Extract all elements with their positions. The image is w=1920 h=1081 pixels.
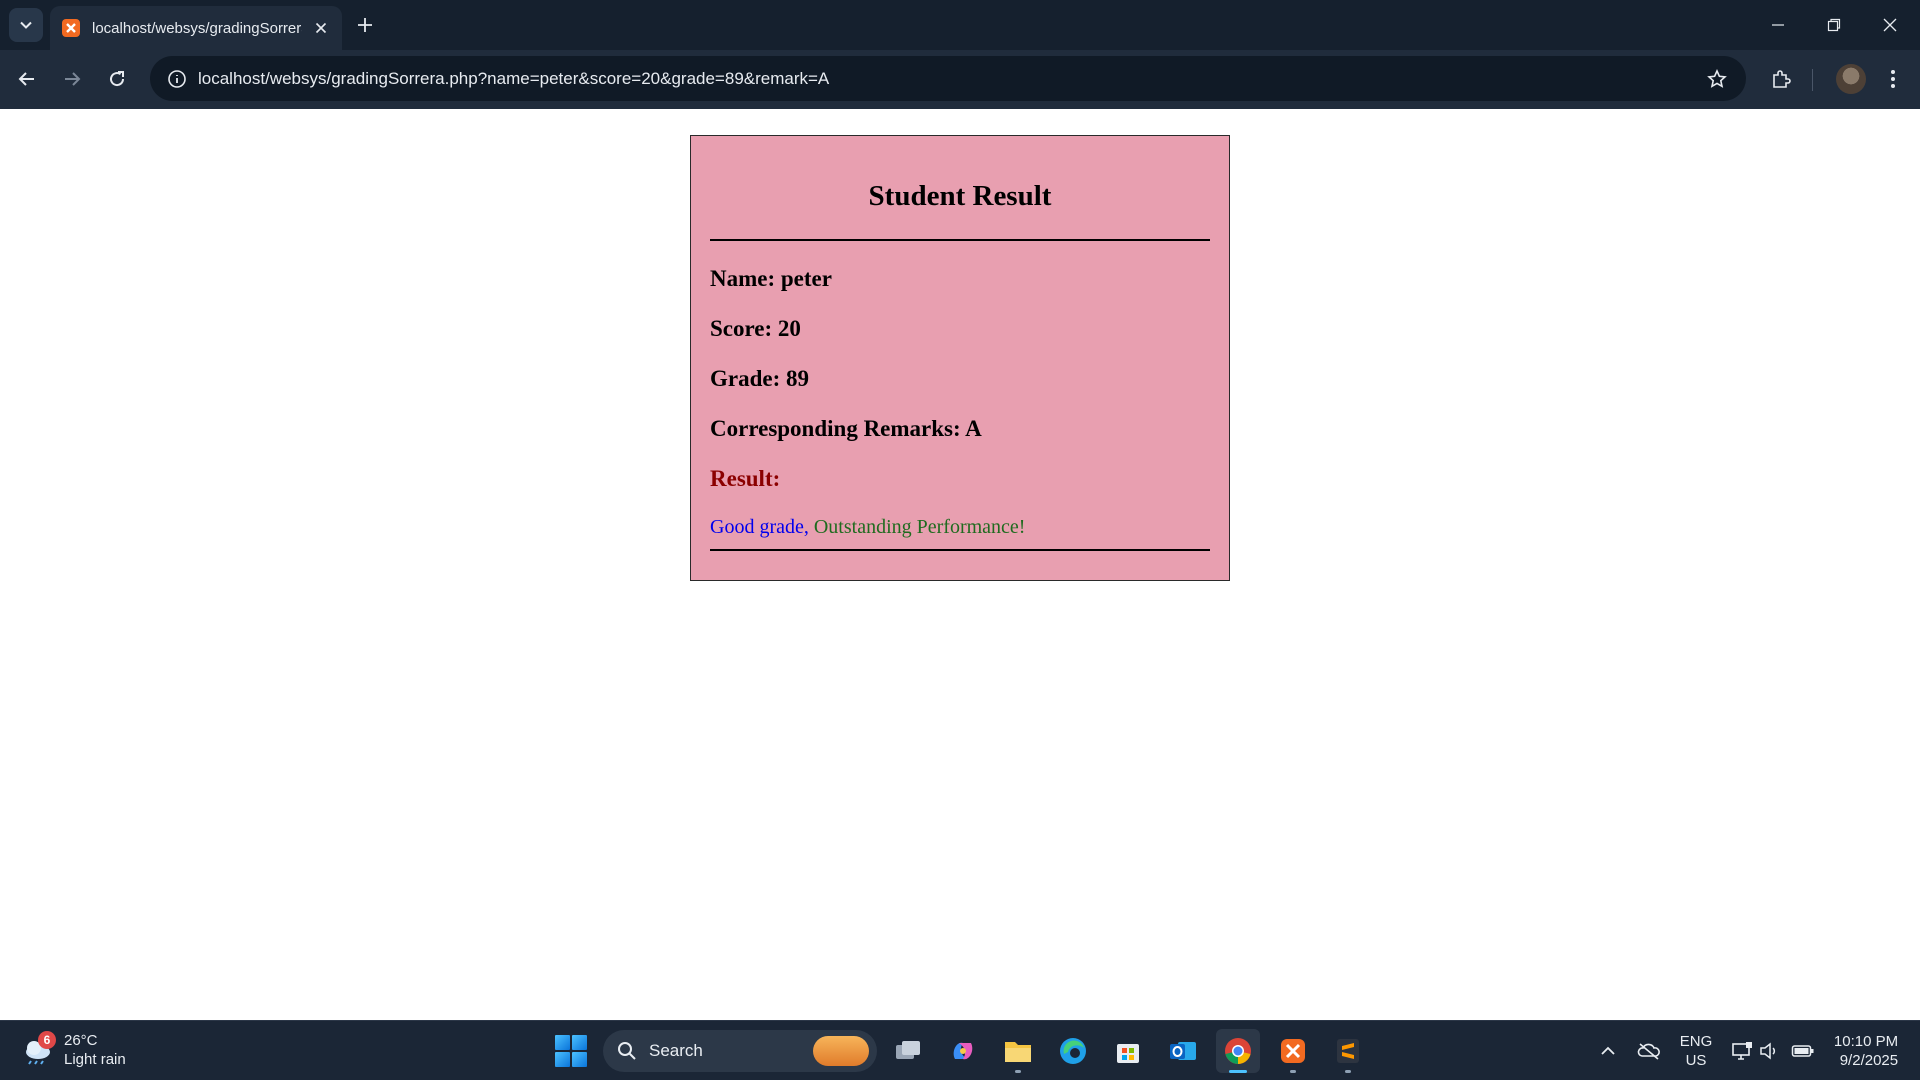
new-tab-plus-icon[interactable]: [352, 12, 378, 38]
search-highlight-art: [813, 1036, 869, 1066]
clock[interactable]: 10:10 PM 9/2/2025: [1826, 1021, 1906, 1081]
battery-icon[interactable]: [1788, 1021, 1818, 1081]
windows-taskbar: 6 26°C Light rain Search ENG US 10:10 PM…: [0, 1020, 1920, 1080]
close-icon[interactable]: [310, 17, 332, 39]
file-explorer-icon[interactable]: [996, 1029, 1040, 1073]
microsoft-store-icon[interactable]: [1106, 1029, 1150, 1073]
language-indicator[interactable]: ENG US: [1676, 1021, 1716, 1081]
student-score: Score: 20: [710, 316, 801, 341]
xampp-icon[interactable]: [1271, 1029, 1315, 1073]
bookmark-star-icon[interactable]: [1704, 66, 1730, 92]
taskbar-search[interactable]: Search: [603, 1030, 877, 1072]
grade-message: Good grade,: [710, 516, 809, 538]
language-code: ENG: [1679, 1033, 1713, 1050]
toolbar-divider: [1812, 69, 1813, 91]
sublime-text-icon[interactable]: [1326, 1029, 1370, 1073]
volume-icon[interactable]: [1756, 1021, 1782, 1081]
back-arrow-icon[interactable]: [10, 62, 44, 96]
app-indicator: [1015, 1070, 1021, 1073]
outlook-icon[interactable]: [1161, 1029, 1205, 1073]
copilot-icon[interactable]: [941, 1029, 985, 1073]
address-bar[interactable]: localhost/websys/gradingSorrera.php?name…: [150, 56, 1746, 101]
browser-tab[interactable]: localhost/websys/gradingSorrera.php?name…: [50, 6, 342, 50]
weather-temperature: 26°C: [64, 1032, 98, 1049]
card-heading: Student Result: [868, 180, 1052, 212]
forward-arrow-icon[interactable]: [55, 62, 89, 96]
minimize-icon[interactable]: [1750, 0, 1806, 50]
cloud-rain-icon: 6: [22, 1031, 56, 1065]
weather-badge: 6: [38, 1031, 56, 1049]
student-remarks: Corresponding Remarks: A: [710, 416, 982, 441]
xampp-favicon-icon: [62, 19, 80, 37]
performance-message: Outstanding Performance!: [813, 516, 1026, 538]
chrome-icon[interactable]: [1216, 1029, 1260, 1073]
task-view-icon[interactable]: [886, 1029, 930, 1073]
kebab-menu-icon[interactable]: [1876, 62, 1910, 96]
student-result-card: Student Result Name: peter Score: 20 Gra…: [690, 135, 1230, 581]
student-name: Name: peter: [710, 266, 832, 291]
chevron-down-icon: [20, 21, 32, 29]
app-indicator: [1345, 1070, 1351, 1073]
tab-title: localhost/websys/gradingSorrera.php?name…: [92, 19, 302, 37]
site-info-icon[interactable]: [156, 69, 198, 89]
clock-date: 9/2/2025: [1839, 1052, 1899, 1069]
search-icon: [618, 1042, 636, 1060]
chevron-up-icon[interactable]: [1594, 1021, 1622, 1081]
weather-description: Light rain: [64, 1051, 126, 1068]
tab-search-button[interactable]: [9, 8, 43, 42]
student-grade: Grade: 89: [710, 366, 810, 391]
top-divider: [710, 239, 1210, 241]
network-icon[interactable]: [1728, 1021, 1756, 1081]
restore-icon[interactable]: [1806, 0, 1862, 50]
window-close-icon[interactable]: [1862, 0, 1918, 50]
result-message: Good grade, Outstanding Performance!: [710, 515, 1210, 539]
onedrive-offline-icon[interactable]: [1634, 1021, 1664, 1081]
weather-widget[interactable]: 6 26°C Light rain: [22, 1031, 126, 1069]
reload-icon[interactable]: [100, 62, 134, 96]
windows-start-icon[interactable]: [555, 1035, 587, 1067]
browser-tab-bar: localhost/websys/gradingSorrera.php?name…: [0, 0, 1920, 50]
profile-avatar[interactable]: [1836, 64, 1866, 94]
page-viewport: Student Result Name: peter Score: 20 Gra…: [0, 109, 1920, 1020]
bottom-divider: [710, 549, 1210, 551]
search-label: Search: [649, 1041, 703, 1060]
clock-time: 10:10 PM: [1833, 1033, 1899, 1050]
result-label: Result:: [710, 466, 781, 491]
extensions-puzzle-icon[interactable]: [1764, 62, 1798, 96]
url-text[interactable]: localhost/websys/gradingSorrera.php?name…: [198, 69, 829, 89]
edge-icon[interactable]: [1051, 1029, 1095, 1073]
browser-toolbar: localhost/websys/gradingSorrera.php?name…: [0, 50, 1920, 109]
app-indicator: [1290, 1070, 1296, 1073]
app-indicator: [1229, 1070, 1247, 1073]
region-code: US: [1685, 1052, 1707, 1069]
